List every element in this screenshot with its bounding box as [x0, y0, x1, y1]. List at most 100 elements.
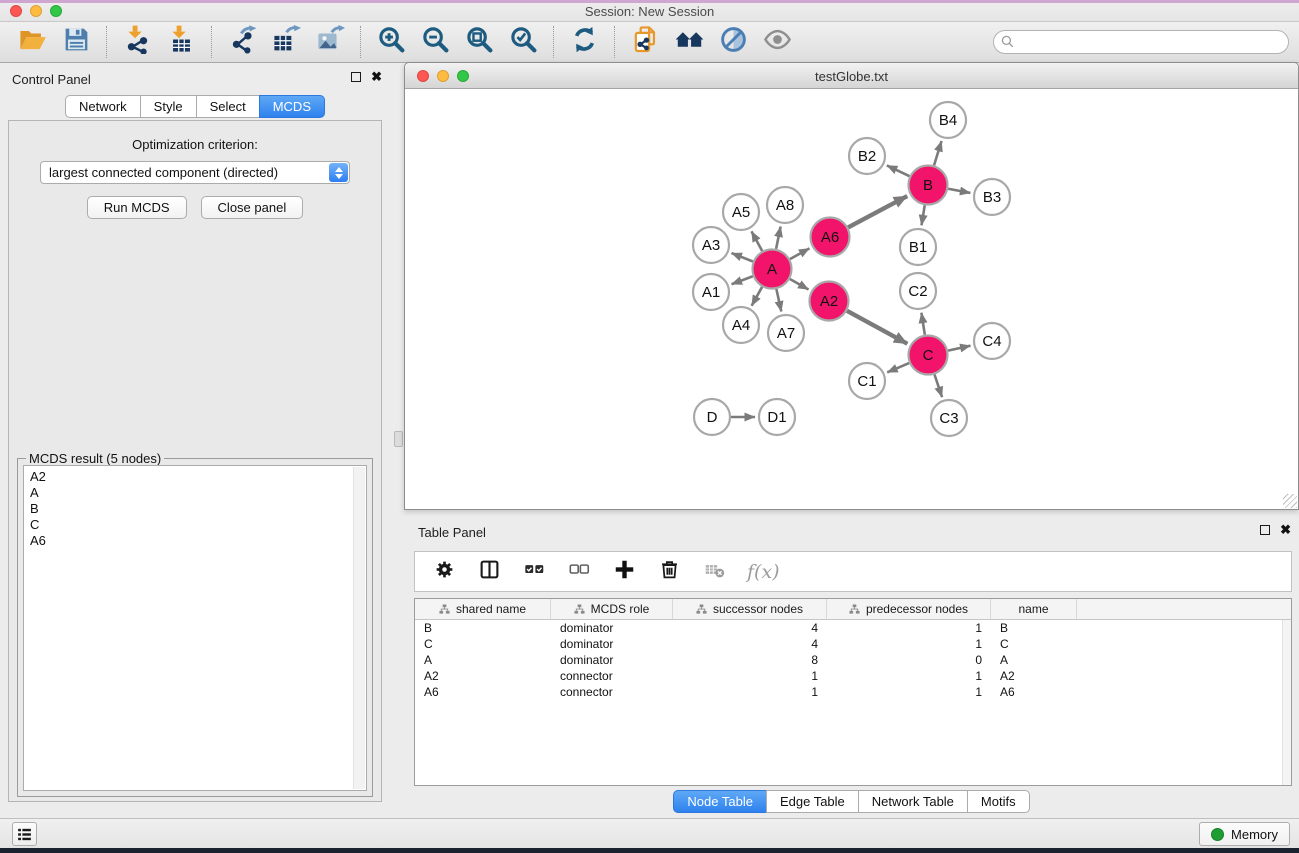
clone-network-button[interactable] — [629, 26, 661, 58]
edge-A-A1[interactable] — [732, 276, 753, 284]
column-header-predecessor-nodes[interactable]: predecessor nodes — [827, 599, 991, 619]
eye-button[interactable] — [761, 26, 793, 58]
edge-C-C4[interactable] — [948, 346, 970, 351]
home-view-button[interactable] — [673, 26, 705, 58]
zoom-in-button[interactable] — [375, 26, 407, 58]
mcds-result-group: MCDS result (5 nodes) A2ABCA6 — [17, 458, 373, 797]
tab-select[interactable]: Select — [196, 95, 260, 118]
column-header-shared-name[interactable]: shared name — [415, 599, 551, 619]
cell-predecessor-nodes: 1 — [827, 636, 991, 652]
column-header-successor-nodes[interactable]: successor nodes — [673, 599, 827, 619]
table-row[interactable]: A2connector11A2 — [415, 668, 1291, 684]
criterion-select[interactable]: largest connected component (directed) — [40, 161, 350, 184]
edge-A-A7[interactable] — [776, 289, 781, 311]
tab-edge-table[interactable]: Edge Table — [766, 790, 859, 813]
export-network-button[interactable] — [226, 26, 258, 58]
import-table-button[interactable] — [165, 26, 197, 58]
edge-B-B2[interactable] — [887, 165, 910, 176]
float-table-panel-icon[interactable] — [1260, 525, 1270, 535]
refresh-button[interactable] — [568, 26, 600, 58]
export-image-icon — [316, 25, 345, 59]
splitter-handle[interactable] — [394, 431, 403, 447]
import-network-button[interactable] — [121, 26, 153, 58]
edge-B-B3[interactable] — [948, 189, 970, 193]
zoom-out-icon — [421, 25, 450, 59]
tab-style[interactable]: Style — [140, 95, 197, 118]
export-image-button[interactable] — [314, 26, 346, 58]
mcds-result-item[interactable]: B — [30, 501, 360, 517]
mcds-result-item[interactable]: A — [30, 485, 360, 501]
mcds-result-item[interactable]: A2 — [30, 469, 360, 485]
tab-node-table[interactable]: Node Table — [673, 790, 767, 813]
function-builder-button[interactable]: f(x) — [747, 561, 780, 583]
open-file-button[interactable] — [16, 26, 48, 58]
resize-grip-icon[interactable] — [1283, 494, 1297, 508]
gear-button[interactable] — [432, 560, 456, 584]
zoom-selected-button[interactable] — [507, 26, 539, 58]
tab-network-table[interactable]: Network Table — [858, 790, 968, 813]
tab-mcds[interactable]: MCDS — [259, 95, 325, 118]
memory-status-icon — [1211, 828, 1224, 841]
float-panel-icon[interactable] — [351, 72, 361, 82]
mcds-result-item[interactable]: A6 — [30, 533, 360, 549]
deselect-all-button[interactable] — [567, 560, 591, 584]
export-table-button[interactable] — [270, 26, 302, 58]
tab-network[interactable]: Network — [65, 95, 141, 118]
table-panel: Table Panel ✖ f(x) shared nameMCDS roles… — [404, 520, 1299, 818]
edge-A-A8[interactable] — [776, 227, 781, 249]
clone-network-icon — [631, 25, 660, 59]
edge-C-C2[interactable] — [921, 313, 924, 335]
toolbar-separator — [614, 26, 615, 58]
node-label-C3: C3 — [939, 410, 958, 427]
edge-A-A6[interactable] — [790, 248, 809, 259]
close-panel-icon[interactable]: ✖ — [371, 72, 382, 82]
open-file-icon — [18, 25, 47, 59]
delete-table-button[interactable] — [702, 560, 726, 584]
table-row[interactable]: Cdominator41C — [415, 636, 1291, 652]
edge-A2-C[interactable] — [847, 311, 907, 344]
search-input[interactable] — [993, 30, 1289, 54]
select-all-button[interactable] — [522, 560, 546, 584]
edge-A-A5[interactable] — [752, 231, 763, 251]
task-history-button[interactable] — [12, 822, 37, 846]
zoom-fit-button[interactable] — [463, 26, 495, 58]
zoom-out-button[interactable] — [419, 26, 451, 58]
mcds-result-list[interactable]: A2ABCA6 — [23, 465, 367, 791]
edge-A-A3[interactable] — [731, 253, 752, 261]
save-button[interactable] — [60, 26, 92, 58]
network-window-titlebar[interactable]: testGlobe.txt — [405, 63, 1298, 89]
edge-B-B4[interactable] — [934, 141, 942, 165]
mcds-result-item[interactable]: C — [30, 517, 360, 533]
column-header-name[interactable]: name — [991, 599, 1077, 619]
table-scrollbar-track[interactable] — [1282, 620, 1291, 785]
scrollbar-track[interactable] — [353, 467, 365, 789]
toolbar-separator — [553, 26, 554, 58]
add-button[interactable] — [612, 560, 636, 584]
node-label-C4: C4 — [982, 333, 1001, 350]
gear-icon — [434, 559, 455, 585]
network-canvas[interactable]: B4B2BB3A5A8A6A3B1AA1C2A2A4A7C4CC1C3DD1 — [405, 89, 1298, 509]
tab-motifs[interactable]: Motifs — [967, 790, 1030, 813]
table-row[interactable]: Bdominator41B — [415, 620, 1291, 636]
control-panel-title: Control Panel — [12, 72, 91, 87]
column-header-MCDS-role[interactable]: MCDS role — [551, 599, 673, 619]
memory-button[interactable]: Memory — [1199, 822, 1290, 846]
hide-panel-button[interactable] — [717, 26, 749, 58]
run-mcds-button[interactable]: Run MCDS — [87, 196, 187, 219]
table-row[interactable]: Adominator80A — [415, 652, 1291, 668]
close-panel-button[interactable]: Close panel — [201, 196, 304, 219]
edge-A6-B[interactable] — [848, 196, 907, 227]
edge-C-C1[interactable] — [887, 363, 909, 372]
memory-label: Memory — [1231, 827, 1278, 842]
edge-C-C3[interactable] — [934, 374, 942, 397]
edge-A-A4[interactable] — [752, 287, 762, 306]
edge-B-B1[interactable] — [922, 205, 925, 225]
table-row[interactable]: A6connector11A6 — [415, 684, 1291, 700]
delete-button[interactable] — [657, 560, 681, 584]
edge-A-A2[interactable] — [790, 279, 809, 289]
cell-shared-name: A — [415, 652, 551, 668]
toolbar-group — [220, 26, 352, 58]
close-table-panel-icon[interactable]: ✖ — [1280, 525, 1291, 535]
split-columns-button[interactable] — [477, 560, 501, 584]
split-columns-icon — [479, 559, 500, 585]
